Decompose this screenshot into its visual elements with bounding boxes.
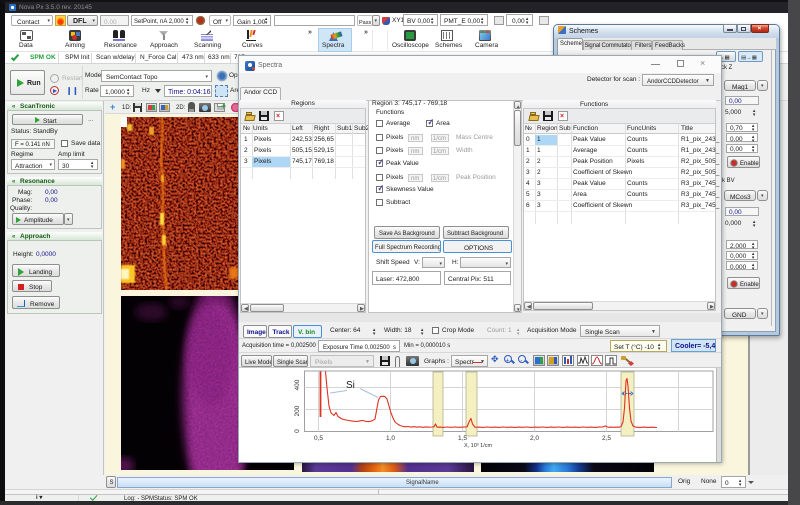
svg-text:0: 0 (294, 429, 301, 433)
svg-text:2,0: 2,0 (530, 435, 539, 442)
svg-text:1,0: 1,0 (386, 435, 395, 442)
svg-text:400: 400 (294, 379, 301, 390)
svg-text:1,5: 1,5 (458, 435, 467, 442)
svg-text:0,5: 0,5 (314, 435, 323, 442)
svg-text:X, 10³ 1/cm: X, 10³ 1/cm (464, 443, 493, 449)
svg-text:200: 200 (294, 405, 301, 416)
svg-text:Si: Si (346, 380, 355, 391)
svg-text:2,5: 2,5 (602, 435, 611, 442)
